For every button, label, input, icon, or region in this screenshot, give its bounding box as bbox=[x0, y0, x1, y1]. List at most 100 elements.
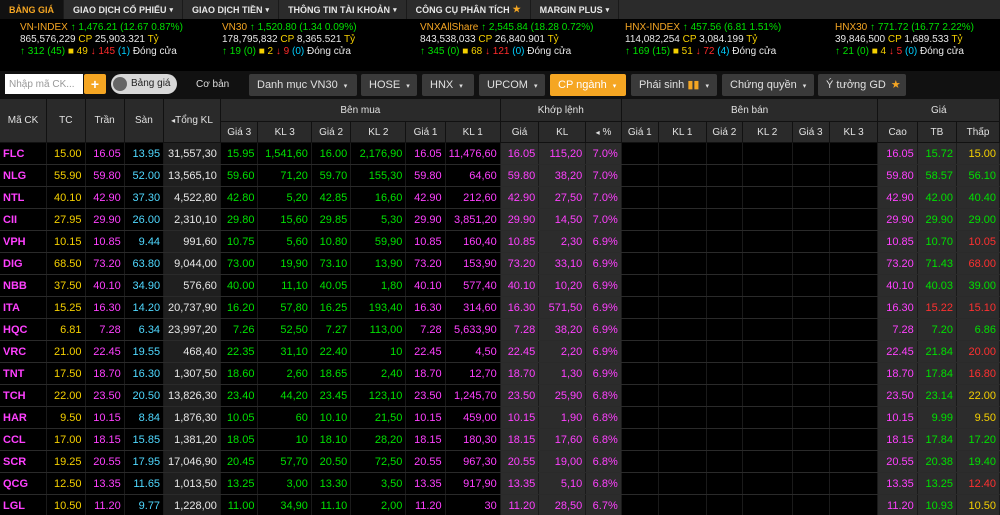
index-hnx-index[interactable]: HNX-INDEX ↑ 457.56 (6.81 1.51%) 114,082,… bbox=[625, 22, 781, 58]
cell-thap: 15.10 bbox=[956, 296, 1000, 319]
nav-bang-gia[interactable]: BẢNG GIÁ bbox=[0, 0, 64, 19]
table-row[interactable]: SCR 19.25 20.55 17.95 17,046,90 20.45 57,70 20.… bbox=[0, 450, 1000, 473]
cell-tc: 22.00 bbox=[46, 384, 86, 407]
cell-g3: 13.25 bbox=[220, 472, 259, 495]
col-buy-gia2[interactable]: Giá 2 bbox=[311, 121, 352, 143]
col-san[interactable]: Sàn bbox=[124, 99, 165, 143]
table-row[interactable]: TNT 17.50 18.70 16.30 1,307,50 18.60 2,60 18.65… bbox=[0, 362, 1000, 385]
col-match-kl[interactable]: KL bbox=[538, 121, 587, 143]
symbol-cell[interactable]: SCR bbox=[0, 450, 48, 473]
symbol-cell[interactable]: NBB bbox=[0, 274, 48, 297]
symbol-cell[interactable]: ITA bbox=[0, 296, 48, 319]
table-row[interactable]: VRC 21.00 22.45 19.55 468,40 22.35 31,10 22.40 1… bbox=[0, 340, 1000, 363]
symbol-cell[interactable]: CCL bbox=[0, 428, 48, 451]
nav-margin-plus[interactable]: MARGIN PLUS ▾ bbox=[531, 0, 620, 19]
index-hnx30[interactable]: HNX30 ↑ 771.72 (16.77 2.22%) 39,846,500 … bbox=[835, 22, 974, 58]
symbol-cell[interactable]: NLG bbox=[0, 164, 48, 187]
col-cao[interactable]: Cao bbox=[877, 121, 918, 143]
table-row[interactable]: LGL 10.50 11.20 9.77 1,228,00 11.00 34,90 11.10… bbox=[0, 494, 1000, 515]
tab-y-tuong-gd[interactable]: Ý tưởng GD ★ bbox=[818, 74, 906, 96]
cell-tb: 71.43 bbox=[917, 252, 958, 275]
table-row[interactable]: VPH 10.15 10.85 9.44 991,60 10.75 5,60 10.80 59,… bbox=[0, 230, 1000, 253]
cell-tc: 10.50 bbox=[46, 494, 86, 515]
symbol-cell[interactable]: QCG bbox=[0, 472, 48, 495]
symbol-cell[interactable]: LGL bbox=[0, 494, 48, 515]
table-row[interactable]: TCH 22.00 23.50 20.50 13,826,30 23.40 44,20 23.… bbox=[0, 384, 1000, 407]
tab-cp-nganh[interactable]: CP ngành ▾ bbox=[550, 74, 626, 96]
col-tong-kl[interactable]: ◂Tổng KL bbox=[163, 99, 221, 143]
table-row[interactable]: FLC 15.00 16.05 13.95 31,557,30 15.95 1,541,60… bbox=[0, 142, 1000, 165]
basic-mode-label[interactable]: Cơ bản bbox=[196, 79, 229, 90]
cell-empty bbox=[658, 428, 707, 451]
symbol-cell[interactable]: TCH bbox=[0, 384, 48, 407]
col-sell-kl2[interactable]: KL 2 bbox=[742, 121, 793, 143]
symbol-cell[interactable]: CII bbox=[0, 208, 48, 231]
table-row[interactable]: CII 27.95 29.90 26.00 2,310,10 29.80 15,60 29.8… bbox=[0, 208, 1000, 231]
cell-k2: 113,00 bbox=[350, 318, 407, 341]
table-row[interactable]: NLG 55.90 59.80 52.00 13,565,10 59.60 71,20 59.… bbox=[0, 164, 1000, 187]
cell-pct: 6.7% bbox=[585, 494, 622, 515]
col-sell-gia1[interactable]: Giá 1 bbox=[621, 121, 659, 143]
col-ma-ck[interactable]: Mã CK bbox=[0, 99, 48, 143]
nav-giao-dich-co-phieu[interactable]: GIAO DỊCH CỔ PHIẾU ▾ bbox=[64, 0, 184, 19]
col-match-pct[interactable]: ◂ % bbox=[585, 121, 622, 143]
index-vnxallshare[interactable]: VNXAllShare ↑ 2,545.84 (18.28 0.72%) 843… bbox=[420, 22, 593, 58]
table-row[interactable]: NBB 37.50 40.10 34.90 576,60 40.00 11,10 40.05 1… bbox=[0, 274, 1000, 297]
col-sell-gia3[interactable]: Giá 3 bbox=[792, 121, 830, 143]
col-buy-kl1[interactable]: KL 1 bbox=[445, 121, 501, 143]
table-row[interactable]: ITA 15.25 16.30 14.20 20,737,90 16.20 57,80 16.… bbox=[0, 296, 1000, 319]
symbol-cell[interactable]: VPH bbox=[0, 230, 48, 253]
col-buy-kl2[interactable]: KL 2 bbox=[350, 121, 407, 143]
index-vn-index[interactable]: VN-INDEX ↑ 1,476.21 (12.67 0.87%) 865,57… bbox=[20, 22, 183, 58]
tab-hose[interactable]: HOSE ▾ bbox=[361, 74, 417, 96]
symbol-cell[interactable]: HQC bbox=[0, 318, 48, 341]
board-mode-toggle[interactable]: Bảng giá bbox=[111, 74, 177, 94]
tab-upcom[interactable]: UPCOM ▾ bbox=[479, 74, 545, 96]
cell-empty bbox=[829, 142, 879, 165]
table-row[interactable]: QCG 12.50 13.35 11.65 1,013,50 13.25 3,00 13.30… bbox=[0, 472, 1000, 495]
cell-k1: 64,60 bbox=[445, 164, 501, 187]
tab-phai-sinh[interactable]: Phái sinh ▮▮ ▾ bbox=[631, 74, 717, 96]
col-sell-gia2[interactable]: Giá 2 bbox=[706, 121, 743, 143]
symbol-cell[interactable]: FLC bbox=[0, 142, 48, 165]
table-row[interactable]: DIG 68.50 73.20 63.80 9,044,00 73.00 19,90 73.1… bbox=[0, 252, 1000, 275]
nav-giao-dich-tien[interactable]: GIAO DỊCH TIỀN ▾ bbox=[183, 0, 280, 19]
col-tb[interactable]: TB bbox=[917, 121, 958, 143]
symbol-search-input[interactable] bbox=[5, 74, 83, 94]
table-row[interactable]: HAR 9.50 10.15 8.84 1,876,30 10.05 60 10.10 21,5… bbox=[0, 406, 1000, 429]
col-buy-gia1[interactable]: Giá 1 bbox=[405, 121, 446, 143]
symbol-cell[interactable]: NTL bbox=[0, 186, 48, 209]
nav-thong-tin-tai-khoan[interactable]: THÔNG TIN TÀI KHOẢN ▾ bbox=[279, 0, 407, 19]
cell-g1: 11.20 bbox=[405, 494, 446, 515]
tab-danh-muc-vn30[interactable]: Danh mục VN30 ▾ bbox=[249, 74, 357, 96]
cell-thap: 10.50 bbox=[956, 494, 1000, 515]
symbol-cell[interactable]: DIG bbox=[0, 252, 48, 275]
col-tc[interactable]: TC bbox=[46, 99, 86, 143]
tab-hnx[interactable]: HNX ▾ bbox=[422, 74, 474, 96]
cell-tc: 37.50 bbox=[46, 274, 86, 297]
index-vn30[interactable]: VN30 ↑ 1,520.80 (1.34 0.09%) 178,795,832… bbox=[222, 22, 357, 58]
col-sell-kl3[interactable]: KL 3 bbox=[829, 121, 879, 143]
cell-gia: 10.85 bbox=[500, 230, 540, 253]
table-row[interactable]: CCL 17.00 18.15 15.85 1,381,20 18.05 10 18.10 28… bbox=[0, 428, 1000, 451]
add-symbol-button[interactable]: + bbox=[84, 74, 106, 94]
symbol-cell[interactable]: TNT bbox=[0, 362, 48, 385]
col-buy-kl3[interactable]: KL 3 bbox=[257, 121, 312, 143]
table-row[interactable]: NTL 40.10 42.90 37.30 4,522,80 42.80 5,20 42.85… bbox=[0, 186, 1000, 209]
cell-k3: 5,60 bbox=[257, 230, 312, 253]
col-sell-kl1[interactable]: KL 1 bbox=[658, 121, 707, 143]
cell-g1: 16.30 bbox=[405, 296, 446, 319]
tab-chung-quyen[interactable]: Chứng quyền ▾ bbox=[722, 74, 814, 96]
col-tran[interactable]: Trần bbox=[85, 99, 125, 143]
cell-empty bbox=[621, 208, 659, 231]
cell-tran: 18.15 bbox=[85, 428, 125, 451]
col-thap[interactable]: Thấp bbox=[956, 121, 1000, 143]
symbol-cell[interactable]: VRC bbox=[0, 340, 48, 363]
nav-cong-cu-phan-tich[interactable]: CÔNG CỤ PHÂN TÍCH ★ bbox=[407, 0, 531, 19]
group-gia: Giá bbox=[877, 99, 1000, 122]
symbol-cell[interactable]: HAR bbox=[0, 406, 48, 429]
table-row[interactable]: HQC 6.81 7.28 6.34 23,997,20 7.26 52,50 7.27 113… bbox=[0, 318, 1000, 341]
cell-tc: 6.81 bbox=[46, 318, 86, 341]
col-buy-gia3[interactable]: Giá 3 bbox=[220, 121, 259, 143]
col-match-gia[interactable]: Giá bbox=[500, 121, 540, 143]
